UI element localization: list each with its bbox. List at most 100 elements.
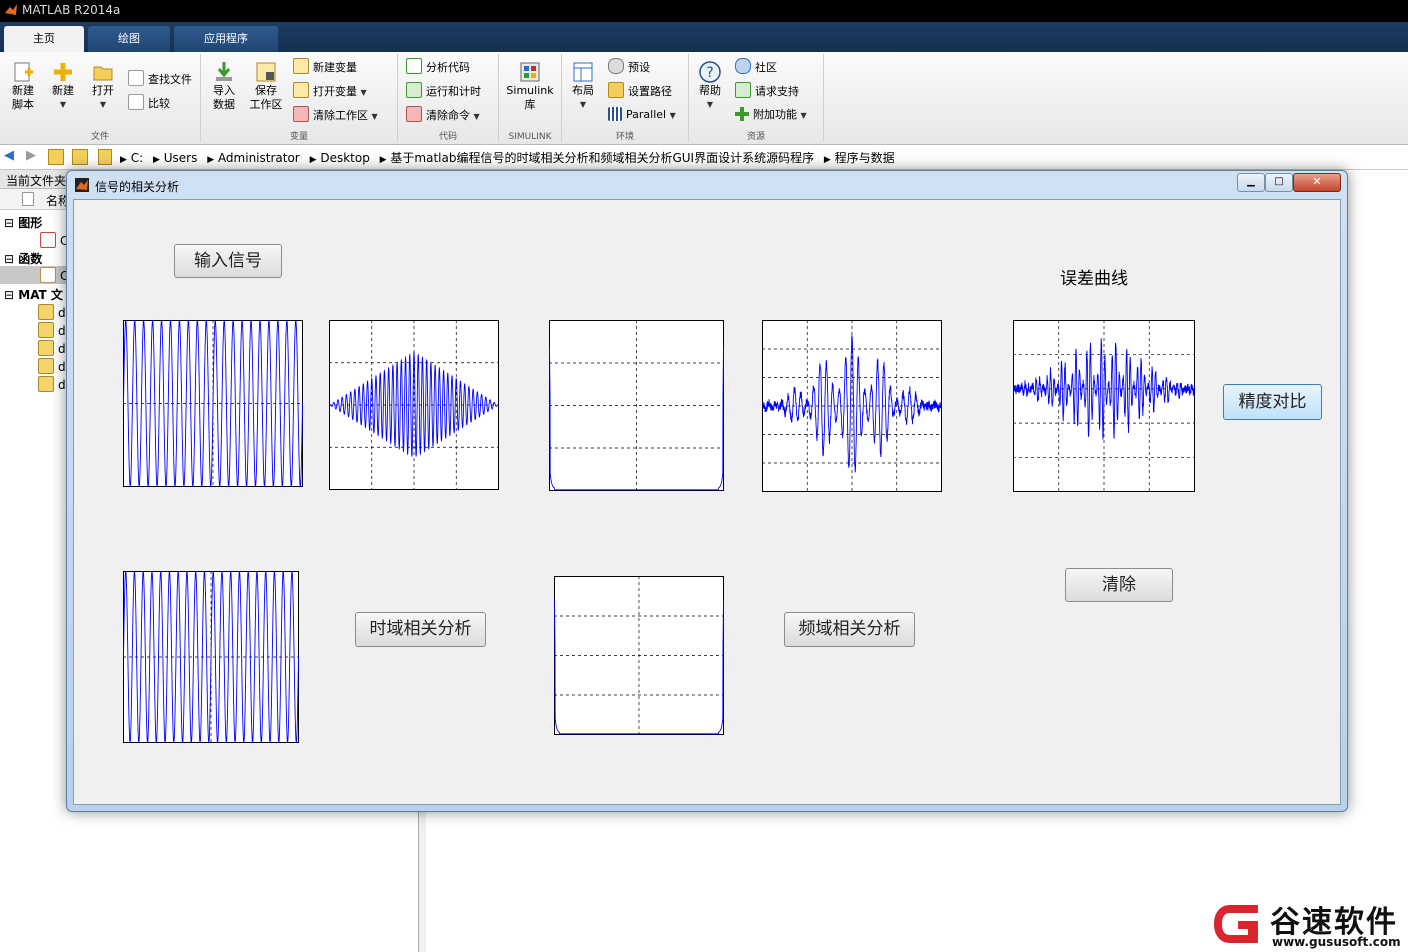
import-label2: 数据 [213,98,235,111]
find-files-button[interactable]: 查找文件 [128,70,192,88]
addons-dropdown-icon: ▼ [800,111,807,120]
breadcrumb-item[interactable]: 基于matlab编程信号的时域相关分析和频域相关分析GUI界面设计系统源码程序 [390,151,814,165]
plus-icon [54,63,72,81]
clear-commands-dropdown-icon: ▼ [473,112,480,121]
group-file-label: 文件 [90,132,109,142]
group-variable: 导入 数据 保存 工作区 新建变量 打开变量 ▼ 清除工作区 ▼ 变量 [201,54,398,142]
breadcrumb-item[interactable]: Desktop [320,151,370,165]
group-environment: 布局 ▼ 预设 设置路径 Parallel ▼ 环境 [562,54,689,142]
accuracy-compare-button[interactable]: 精度对比 [1223,384,1322,420]
clear-commands-button[interactable]: 清除命令 ▼ [406,106,480,124]
preferences-button[interactable]: 预设 [608,58,650,76]
group-file: 新建 脚本 新建 ▼ 打开 ▼ 查找文件 比较 文件 [0,54,201,142]
file-icon [22,192,34,206]
input-signal-button[interactable]: 输入信号 [174,244,282,278]
group-resources: ? 帮助 ▼ 社区 请求支持 附加功能 ▼ 资源 [689,54,824,142]
request-support-label: 请求支持 [755,85,799,98]
fig-file-icon [40,232,56,248]
simulink-library-button[interactable]: Simulink 库 [503,60,557,112]
community-label: 社区 [755,61,777,74]
list-item[interactable]: d [38,340,66,356]
parallel-dropdown-icon: ▼ [669,111,676,120]
help-button[interactable]: ? 帮助 ▼ [693,60,727,112]
matlab-logo-icon [5,4,17,15]
list-item-label: d [58,342,66,356]
collapse-icon[interactable]: ⊟ [4,288,14,302]
clear-button[interactable]: 清除 [1065,568,1173,602]
run-and-time-button[interactable]: 运行和计时 [406,82,481,100]
mat-file-icon [38,340,54,356]
open-variable-button[interactable]: 打开变量 ▼ [293,82,367,100]
list-item[interactable]: d [38,376,66,392]
import-data-button[interactable]: 导入 数据 [207,60,241,112]
list-item[interactable]: d [38,322,66,338]
help-icon: ? [699,61,721,83]
request-support-button[interactable]: 请求支持 [735,82,799,100]
addons-button[interactable]: 附加功能 ▼ [735,106,807,124]
browse-folder-icon[interactable] [72,149,88,165]
addons-label: 附加功能 [753,108,797,121]
compare-icon [128,94,144,110]
breadcrumb-item[interactable]: Administrator [218,151,300,165]
minimize-button[interactable]: ▁ [1237,173,1265,192]
community-button[interactable]: 社区 [735,58,777,76]
save-workspace-button[interactable]: 保存 工作区 [247,60,285,112]
analyze-code-label: 分析代码 [426,61,470,74]
group-functions[interactable]: ⊟ 函数 [4,250,42,267]
collapse-icon[interactable]: ⊟ [4,216,14,230]
save-workspace-icon [256,62,276,82]
breadcrumb-item[interactable]: 程序与数据 [835,151,895,165]
watermark-logo-icon [1214,905,1258,943]
group-variable-label: 变量 [289,132,308,142]
new-script-button[interactable]: 新建 脚本 [6,60,40,112]
clear-workspace-icon [293,106,309,122]
set-path-button[interactable]: 设置路径 [608,82,672,100]
group-figures[interactable]: ⊟ 图形 [4,214,42,231]
maximize-icon: □ [1274,176,1284,187]
breadcrumb-item[interactable]: C: [131,151,143,165]
forward-arrow-icon[interactable]: ▶ [26,148,36,163]
mat-file-icon [38,376,54,392]
addons-plus-icon [735,107,749,121]
analyze-code-button[interactable]: 分析代码 [406,58,470,76]
close-icon: ✕ [1312,175,1322,188]
collapse-icon[interactable]: ⊟ [4,252,14,266]
group-code-label: 代码 [438,132,457,142]
matlab-title-bar: MATLAB R2014a [0,0,1408,22]
close-button[interactable]: ✕ [1293,173,1341,192]
list-item[interactable]: d [38,304,66,320]
back-arrow-icon[interactable]: ◀ [4,148,14,163]
community-icon [735,58,751,74]
new-button[interactable]: 新建 ▼ [46,60,80,112]
list-item: C [40,267,68,283]
list-item[interactable]: C [40,232,68,248]
list-item[interactable]: d [38,358,66,374]
simulink-icon [520,62,540,82]
clear-workspace-button[interactable]: 清除工作区 ▼ [293,106,378,124]
tab-plots[interactable]: 绘图 [88,26,170,52]
new-script-label2: 脚本 [12,98,34,111]
new-variable-button[interactable]: 新建变量 [293,58,357,76]
analyze-code-icon [406,58,422,74]
chart-spec1 [549,320,724,491]
breadcrumb-item[interactable]: Users [164,151,198,165]
time-correlation-button[interactable]: 时域相关分析 [355,612,486,647]
ribbon: 新建 脚本 新建 ▼ 打开 ▼ 查找文件 比较 文件 导入 数据 保存 工作区 … [0,52,1408,145]
breadcrumb-separator-icon: ▶ [379,155,387,165]
compare-button[interactable]: 比较 [128,94,170,112]
maximize-button[interactable]: □ [1265,173,1293,192]
frequency-correlation-button[interactable]: 频域相关分析 [784,612,915,647]
tab-home[interactable]: 主页 [4,26,84,52]
parallel-button[interactable]: Parallel ▼ [608,106,676,124]
group-mat-files[interactable]: ⊟ MAT 文 [4,286,63,303]
up-folder-icon[interactable] [48,149,64,165]
layout-button[interactable]: 布局 ▼ [566,60,600,112]
simulink-label1: Simulink [506,84,554,97]
open-label: 打开 [92,84,114,97]
compare-label: 比较 [148,97,170,110]
help-label: 帮助 [699,84,721,97]
tab-apps[interactable]: 应用程序 [174,26,278,52]
layout-dropdown-icon: ▼ [579,100,587,109]
open-button[interactable]: 打开 ▼ [86,60,120,112]
new-variable-label: 新建变量 [313,61,357,74]
